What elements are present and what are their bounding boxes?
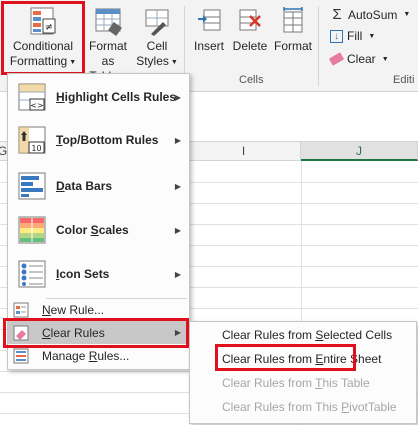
data-bars-icon — [18, 172, 46, 200]
menu-item-color-scales[interactable]: Color Scales ▶ — [8, 211, 189, 249]
entire-sheet-highlight-box — [215, 344, 356, 371]
format-as-table-button[interactable]: Format as Table▼ — [82, 4, 134, 83]
menu-item-label: New Rule... — [42, 303, 105, 317]
clear-rules-submenu: Clear Rules from Selected Cells Clear Ru… — [189, 321, 417, 424]
icon-sets-icon — [18, 260, 46, 288]
cell-styles-line2: Styles — [136, 54, 169, 68]
column-header-i[interactable]: I — [187, 142, 301, 161]
menu-item-manage-rules[interactable]: Manage Rules... — [8, 345, 189, 367]
clear-button[interactable]: Clear ▼ — [328, 52, 389, 66]
submenu-item-clear-selected-cells[interactable]: Clear Rules from Selected Cells — [222, 328, 392, 342]
new-rule-icon — [13, 302, 29, 318]
submenu-arrow-icon: ▶ — [174, 135, 181, 145]
menu-item-label: Icon Sets — [56, 267, 110, 281]
chevron-down-icon: ▼ — [170, 59, 178, 66]
delete-label: Delete — [232, 39, 268, 53]
format-cells-icon — [283, 7, 303, 33]
insert-cells-icon — [198, 9, 221, 31]
format-button[interactable]: Format — [271, 4, 315, 66]
menu-item-top-bottom-rules[interactable]: 10 Top/Bottom Rules ▶ — [8, 121, 189, 159]
submenu-arrow-icon: ▶ — [174, 92, 181, 102]
delete-button[interactable]: Delete — [230, 4, 270, 66]
chevron-down-icon: ▼ — [381, 55, 389, 63]
menu-item-icon-sets[interactable]: Icon Sets ▶ — [8, 255, 189, 293]
cell-styles-line1: Cell — [146, 39, 168, 53]
chevron-down-icon: ▼ — [403, 11, 411, 18]
autosum-button[interactable]: Σ AutoSum ▼ — [330, 6, 410, 23]
conditional-formatting-highlight-box — [1, 1, 85, 75]
insert-label: Insert — [193, 39, 224, 53]
format-as-table-line1: Format as — [88, 39, 127, 68]
fill-label: Fill — [347, 29, 363, 43]
top-bottom-icon: 10 — [18, 126, 46, 154]
insert-button[interactable]: Insert — [188, 4, 230, 66]
clear-label: Clear — [347, 52, 376, 66]
submenu-item-clear-this-table: Clear Rules from This Table — [222, 376, 370, 390]
sigma-icon: Σ — [332, 6, 342, 23]
cell-styles-icon — [145, 9, 169, 36]
menu-item-label: Highlight Cells Rules — [56, 90, 177, 104]
menu-item-data-bars[interactable]: Data Bars ▶ — [8, 167, 189, 205]
highlight-cells-icon: <> — [18, 83, 46, 111]
manage-rules-icon — [13, 348, 29, 364]
autosum-label: AutoSum — [348, 7, 398, 22]
format-label: Format — [273, 39, 312, 53]
svg-text:10: 10 — [31, 144, 41, 153]
menu-item-label: Manage Rules... — [42, 349, 130, 363]
chevron-down-icon: ▼ — [368, 32, 376, 40]
fill-down-icon: ↓ — [330, 29, 343, 43]
delete-cells-icon — [239, 9, 261, 31]
menu-item-label: Color Scales — [56, 223, 129, 237]
submenu-arrow-icon: ▶ — [174, 181, 181, 191]
clear-rules-highlight-box — [3, 318, 189, 348]
menu-item-label: Top/Bottom Rules — [56, 133, 159, 147]
menu-item-label: Data Bars — [56, 179, 113, 193]
fill-button[interactable]: ↓ Fill ▼ — [330, 29, 375, 43]
column-header-j[interactable]: J — [301, 142, 418, 161]
cell-styles-button[interactable]: Cell Styles ▼ — [134, 4, 180, 74]
submenu-item-clear-this-pivottable: Clear Rules from This PivotTable — [222, 400, 397, 414]
color-scales-icon — [18, 216, 46, 244]
eraser-icon — [328, 52, 345, 66]
menu-item-highlight-cells-rules[interactable]: <> Highlight Cells Rules ▶ — [8, 78, 189, 116]
submenu-arrow-icon: ▶ — [174, 225, 181, 235]
format-as-table-icon — [95, 8, 122, 36]
ribbon-separator — [318, 6, 319, 86]
submenu-arrow-icon: ▶ — [174, 269, 181, 279]
svg-text:<>: <> — [30, 101, 43, 110]
cells-group-label: Cells — [239, 74, 264, 86]
editing-group-label: Editi — [393, 74, 415, 86]
